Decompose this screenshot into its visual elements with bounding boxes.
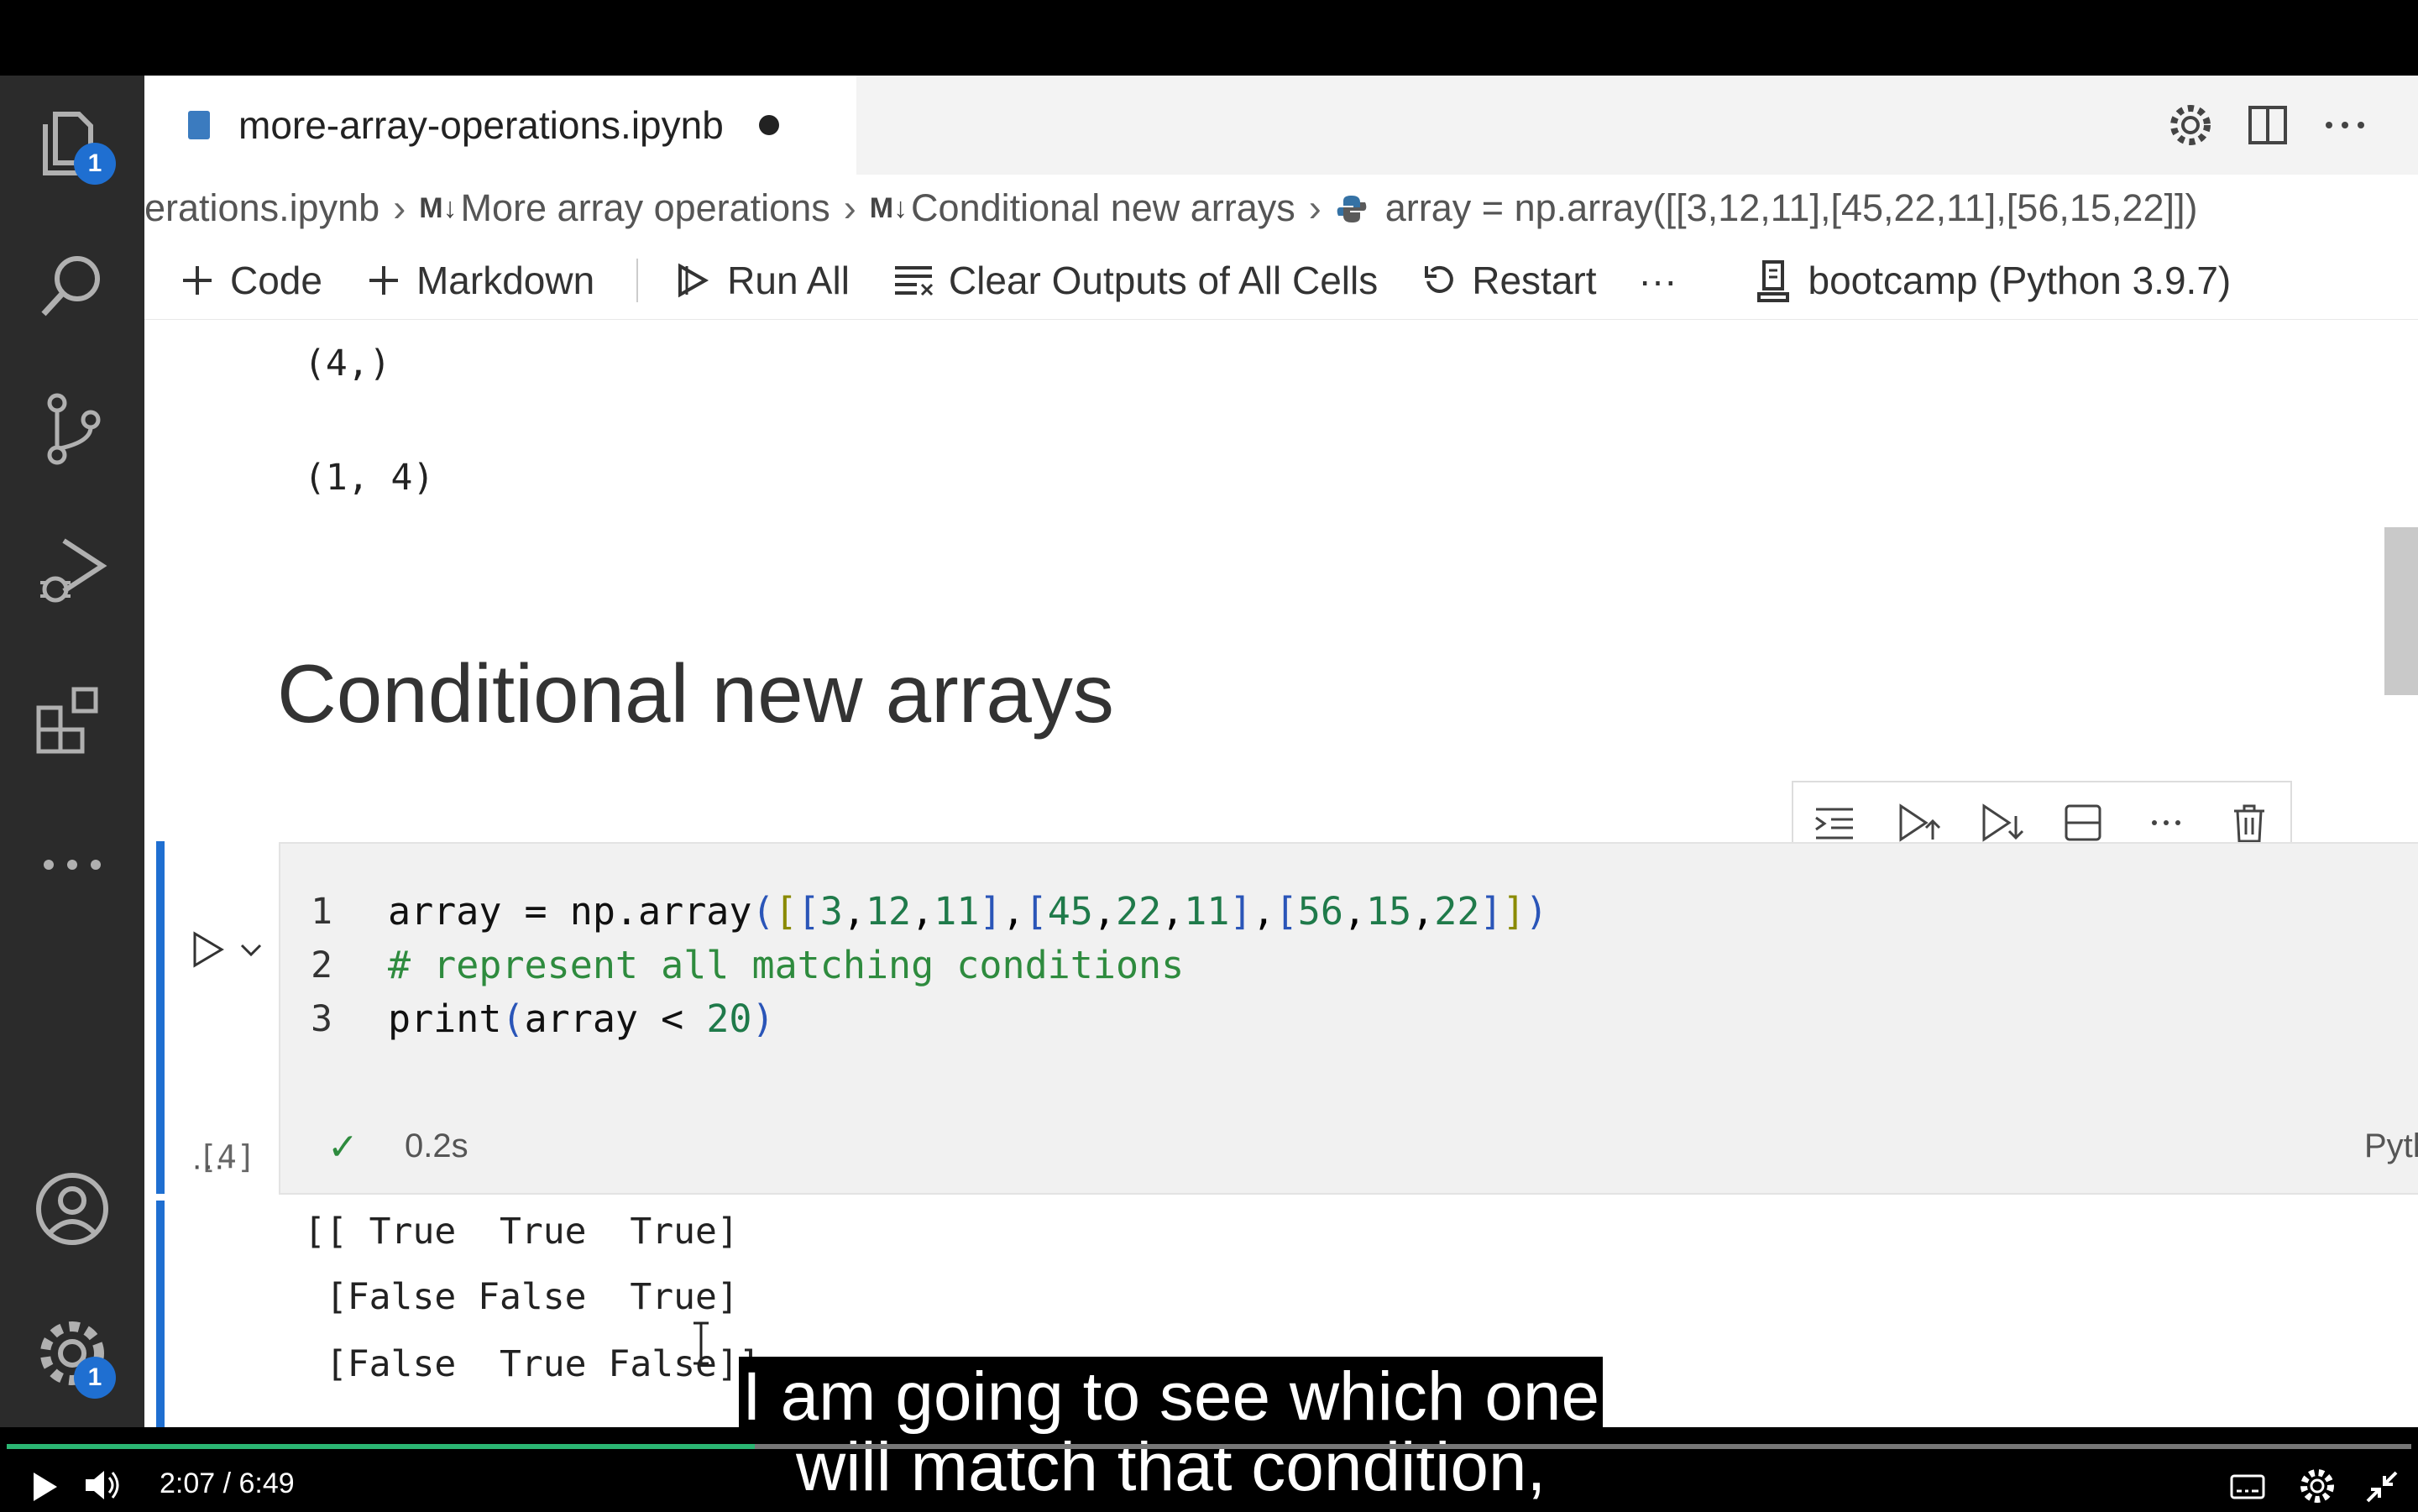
notebook-icon <box>188 111 210 139</box>
captions-icon[interactable] <box>2227 1466 2269 1508</box>
run-all-icon <box>678 263 709 298</box>
tab-title: more-array-operations.ipynb <box>238 103 724 147</box>
kernel-icon <box>1757 260 1790 302</box>
ellipsis-icon: ··· <box>1638 259 1677 302</box>
gear-icon[interactable] <box>2163 97 2218 153</box>
execution-duration: 0.2s <box>405 1127 468 1164</box>
trash-icon[interactable] <box>2224 798 2274 848</box>
add-code-label: Code <box>230 259 322 302</box>
restart-icon <box>1425 265 1454 293</box>
cell-focus-indicator <box>156 841 165 1194</box>
more-icon[interactable] <box>2141 798 2191 848</box>
split-cell-icon[interactable] <box>2058 798 2108 848</box>
kernel-picker[interactable]: bootcamp (Python 3.9.7) <box>1752 257 2231 304</box>
settings-badge: 1 <box>74 1357 116 1399</box>
output-focus-indicator <box>156 1201 165 1427</box>
chevron-right-icon: › <box>843 186 856 229</box>
notebook-toolbar: Code Markdown Run All Clear Outputs of A… <box>144 242 2418 320</box>
breadcrumb-section[interactable]: More array operations <box>461 186 830 230</box>
clear-outputs-button[interactable]: Clear Outputs of All Cells <box>892 258 1378 303</box>
restart-button[interactable]: Restart <box>1420 258 1597 303</box>
python-icon <box>1335 191 1369 225</box>
previous-output-line: (4,) <box>304 343 391 385</box>
run-cell-icon[interactable] <box>186 929 228 971</box>
previous-output-line: (1, 4) <box>304 457 435 499</box>
tab-notebook[interactable]: more-array-operations.ipynb <box>144 76 856 175</box>
add-markdown-label: Markdown <box>416 259 595 302</box>
run-below-icon[interactable] <box>1976 798 2026 848</box>
markdown-icon: M↓ <box>419 191 458 224</box>
code-line: array = np.array([[3,12,11],[45,22,11],[… <box>388 889 1548 934</box>
run-all-button[interactable]: Run All <box>672 258 850 303</box>
breadcrumb-code[interactable]: array = np.array([[3,12,11],[45,22,11],[… <box>1385 186 2198 230</box>
breadcrumb-file[interactable]: erations.ipynb <box>144 186 379 230</box>
kernel-label: bootcamp (Python 3.9.7) <box>1808 259 2232 302</box>
volume-icon[interactable] <box>81 1464 123 1506</box>
line-number: 1 <box>311 891 332 933</box>
code-cell[interactable]: 1 2 3 array = np.array([[3,12,11],[45,22… <box>279 842 2418 1195</box>
toolbar-divider <box>636 259 639 302</box>
breadcrumb: erations.ipynb › M↓ More array operation… <box>144 175 2418 242</box>
output-line: [False False True] <box>304 1276 739 1318</box>
code-line: print(array < 20) <box>388 997 775 1041</box>
markdown-icon: M↓ <box>869 191 908 224</box>
execute-above-icon[interactable] <box>1809 798 1860 848</box>
success-check-icon: ✓ <box>327 1127 359 1168</box>
search-icon[interactable] <box>30 243 114 327</box>
add-code-button[interactable]: Code <box>178 258 322 303</box>
breadcrumb-subsection[interactable]: Conditional new arrays <box>911 186 1295 230</box>
run-above-icon[interactable] <box>1892 798 1943 848</box>
output-line: [[ True True True] <box>304 1211 739 1253</box>
more-icon[interactable] <box>30 823 114 907</box>
code-comment: # represent all matching conditions <box>388 943 1185 987</box>
subtitle-line: I am going to see which one <box>739 1357 1604 1437</box>
editor-scrollbar[interactable] <box>2384 76 2418 1427</box>
chevron-down-icon[interactable] <box>237 935 265 964</box>
scrollbar-thumb[interactable] <box>2384 527 2418 695</box>
plus-icon <box>183 266 212 295</box>
notebook-editor: more-array-operations.ipynb erations.ipy… <box>144 76 2418 1427</box>
account-icon[interactable] <box>30 1167 114 1251</box>
line-number: 2 <box>311 944 332 986</box>
output-menu-icon[interactable]: ··· <box>191 1147 225 1185</box>
split-editor-icon[interactable] <box>2240 97 2295 153</box>
clear-outputs-label: Clear Outputs of All Cells <box>948 259 1379 302</box>
chevron-right-icon: › <box>393 186 406 229</box>
play-icon[interactable] <box>24 1466 65 1508</box>
line-number: 3 <box>311 998 332 1040</box>
extensions-icon[interactable] <box>30 676 114 760</box>
chevron-right-icon: › <box>1308 186 1322 229</box>
run-debug-icon[interactable] <box>30 529 114 613</box>
toolbar-more-button[interactable]: ··· <box>1639 258 1677 303</box>
restart-label: Restart <box>1472 259 1597 302</box>
video-progress-fill <box>7 1444 755 1449</box>
plus-icon <box>369 266 398 295</box>
text-cursor-icon <box>690 1320 712 1367</box>
activity-bar: 1 1 <box>0 76 144 1427</box>
markdown-heading: Conditional new arrays <box>277 647 1114 740</box>
tab-bar: more-array-operations.ipynb <box>144 76 2418 175</box>
clear-all-icon <box>894 266 933 296</box>
unsaved-dot-icon[interactable] <box>758 115 779 135</box>
subtitle-line: will match that condition, <box>796 1429 1547 1505</box>
video-time: 2:07 / 6:49 <box>160 1468 295 1499</box>
add-markdown-button[interactable]: Markdown <box>364 258 594 303</box>
exit-fullscreen-icon[interactable] <box>2361 1466 2403 1508</box>
run-all-label: Run All <box>727 259 850 302</box>
source-control-icon[interactable] <box>30 386 114 470</box>
explorer-badge: 1 <box>74 143 116 185</box>
player-settings-icon[interactable] <box>2295 1464 2339 1508</box>
more-actions-icon[interactable] <box>2317 97 2373 153</box>
